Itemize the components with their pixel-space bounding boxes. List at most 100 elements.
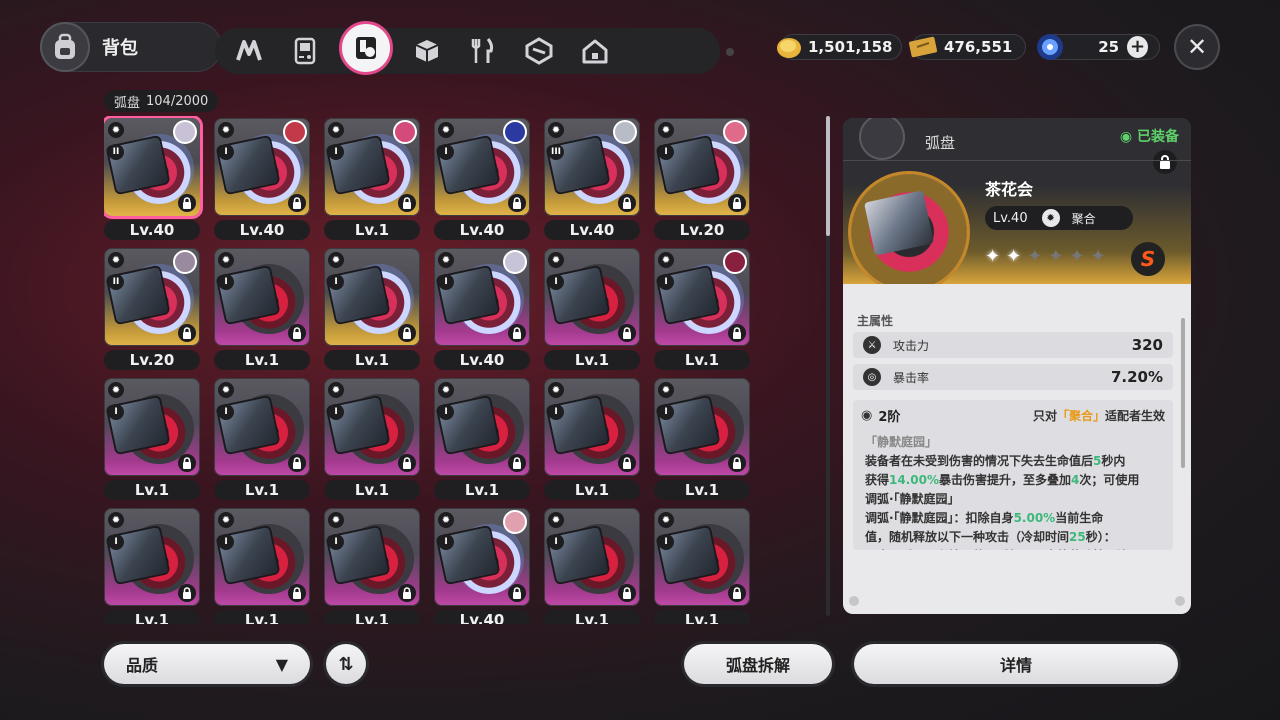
disc-tile: ✹ I xyxy=(654,118,750,216)
set-name: 「静默庭园」 xyxy=(865,435,938,449)
equipped-avatar xyxy=(283,120,307,144)
ticket-icon xyxy=(906,30,940,64)
disc-card[interactable]: ✹ I Lv.1 xyxy=(214,378,310,504)
specialty-icon: ✹ xyxy=(438,382,454,398)
disc-card[interactable]: ✹ I Lv.40 xyxy=(214,118,310,244)
inventory-label: 弧盘 xyxy=(114,95,141,111)
disc-card[interactable]: ✹ I Lv.20 xyxy=(654,118,750,244)
stat-value: 320 xyxy=(1131,336,1163,354)
equipped-avatar xyxy=(723,120,747,144)
disc-card[interactable]: ✹ II Lv.20 xyxy=(104,248,200,374)
disc-card[interactable]: ✹ I Lv.1 xyxy=(544,508,640,624)
disc-icon xyxy=(356,37,376,59)
disc-rank: I xyxy=(218,534,234,550)
disc-level: Lv.40 xyxy=(104,220,200,240)
disc-rank: I xyxy=(658,404,674,420)
disc-card[interactable]: ✹ I Lv.1 xyxy=(324,378,420,504)
disc-card[interactable]: ✹ I Lv.1 xyxy=(324,118,420,244)
disc-specialty: 聚合 xyxy=(1071,211,1096,226)
add-energy-button[interactable]: + xyxy=(1127,36,1148,58)
equipped-avatar xyxy=(503,510,527,534)
detail-header: 弧盘 ◉ 已装备 茶花会 Lv.40 ✹ 聚合 ✦ ✦ ✦ ✦ ✦ ✦ S xyxy=(843,118,1191,290)
disc-card[interactable]: ✹ I Lv.1 xyxy=(214,248,310,374)
disc-card[interactable]: ✹ I Lv.40 xyxy=(434,508,530,624)
disc-card[interactable]: ✹ I Lv.1 xyxy=(434,378,530,504)
close-button[interactable]: ✕ xyxy=(1174,24,1220,70)
disc-card[interactable]: ✹ II Lv.40 xyxy=(104,118,200,244)
detail-body: 主属性 ⚔ 攻击力 320 ◎ 暴击率 7.20% ◉ 2阶 只对「聚合」适配者… xyxy=(843,284,1191,614)
tab-box[interactable] xyxy=(405,29,449,73)
specialty-icon: ✹ xyxy=(658,512,674,528)
disc-tile: ✹ I xyxy=(544,248,640,346)
tab-material[interactable] xyxy=(517,29,561,73)
disc-rank: III xyxy=(548,144,564,160)
specialty-icon: ✹ xyxy=(548,512,564,528)
lock-icon xyxy=(288,454,306,472)
currency-gold: 1,501,158 xyxy=(777,34,902,60)
disc-tile: ✹ I xyxy=(544,508,640,606)
tab-device[interactable] xyxy=(283,29,327,73)
disc-level: Lv.1 xyxy=(544,610,640,624)
disc-card[interactable]: ✹ I Lv.1 xyxy=(654,508,750,624)
energy-amount: 25 xyxy=(1098,38,1120,56)
disc-card[interactable]: ✹ III Lv.40 xyxy=(544,118,640,244)
disc-card[interactable]: ✹ I Lv.1 xyxy=(214,508,310,624)
disc-rank: I xyxy=(438,404,454,420)
lock-icon xyxy=(508,194,526,212)
detail-lock-icon[interactable] xyxy=(1153,150,1177,174)
lock-icon xyxy=(618,324,636,342)
lock-icon xyxy=(288,584,306,602)
disc-rank: I xyxy=(328,534,344,550)
disc-rank: II xyxy=(108,144,124,160)
quality-label: 品质 xyxy=(126,656,159,675)
disc-card[interactable]: ✹ I Lv.1 xyxy=(544,378,640,504)
quality-filter-button[interactable]: 品质 ▼ xyxy=(104,644,310,684)
disc-grid: ✹ II Lv.40 ✹ I Lv.40 ✹ I Lv.1 ✹ I Lv.40 ✹ III Lv.40 ✹ I L… xyxy=(104,116,764,624)
disc-card[interactable]: ✹ I Lv.1 xyxy=(324,248,420,374)
lock-icon xyxy=(178,194,196,212)
disc-level: Lv.1 xyxy=(654,350,750,370)
disc-card[interactable]: ✹ I Lv.40 xyxy=(434,118,530,244)
equipped-badge: ◉ 已装备 xyxy=(1119,129,1179,145)
disc-tile: ✹ I xyxy=(214,118,310,216)
lock-icon xyxy=(618,194,636,212)
disc-card[interactable]: ✹ I Lv.1 xyxy=(544,248,640,374)
detail-button[interactable]: 详情 xyxy=(854,644,1178,684)
detail-scrollbar[interactable] xyxy=(1181,318,1185,468)
equipped-avatar xyxy=(503,250,527,274)
disc-level: Lv.1 xyxy=(104,610,200,624)
disc-rank: I xyxy=(218,404,234,420)
tab-food[interactable] xyxy=(461,29,505,73)
tab-home[interactable] xyxy=(573,29,617,73)
disc-card[interactable]: ✹ I Lv.1 xyxy=(654,378,750,504)
tab-disc[interactable] xyxy=(339,21,393,75)
disc-card[interactable]: ✹ I Lv.40 xyxy=(434,248,530,374)
disc-card[interactable]: ✹ I Lv.1 xyxy=(104,378,200,504)
target-icon: ◉ xyxy=(861,408,873,423)
set-tier: 2阶 xyxy=(878,410,901,425)
specialty-icon: ✹ xyxy=(548,252,564,268)
set-description: 「静默庭园」 装备者在未受到伤害的情况下失去生命值后5秒内 获得14.00%暴击伤… xyxy=(853,431,1173,550)
disc-level: Lv.40 xyxy=(544,220,640,240)
equipped-avatar xyxy=(613,120,637,144)
lock-icon xyxy=(508,584,526,602)
disc-rank: I xyxy=(218,274,234,290)
tab-drive[interactable] xyxy=(227,29,271,73)
disc-level: Lv.20 xyxy=(104,350,200,370)
disc-rank: I xyxy=(658,534,674,550)
disc-tile: ✹ I xyxy=(434,118,530,216)
disc-level: Lv.1 xyxy=(324,480,420,500)
lock-icon xyxy=(728,454,746,472)
grid-scroll-thumb[interactable] xyxy=(826,116,830,236)
backpack-icon xyxy=(40,22,90,72)
disc-card[interactable]: ✹ I Lv.1 xyxy=(654,248,750,374)
disc-rank: II xyxy=(108,274,124,290)
disc-card[interactable]: ✹ I Lv.1 xyxy=(104,508,200,624)
category-tabs xyxy=(215,21,720,75)
disc-tile: ✹ II xyxy=(104,248,200,346)
disc-card[interactable]: ✹ I Lv.1 xyxy=(324,508,420,624)
lock-icon xyxy=(618,454,636,472)
sort-button[interactable]: ⇅ xyxy=(326,644,366,684)
dismantle-button[interactable]: 弧盘拆解 xyxy=(684,644,832,684)
lock-icon xyxy=(508,454,526,472)
